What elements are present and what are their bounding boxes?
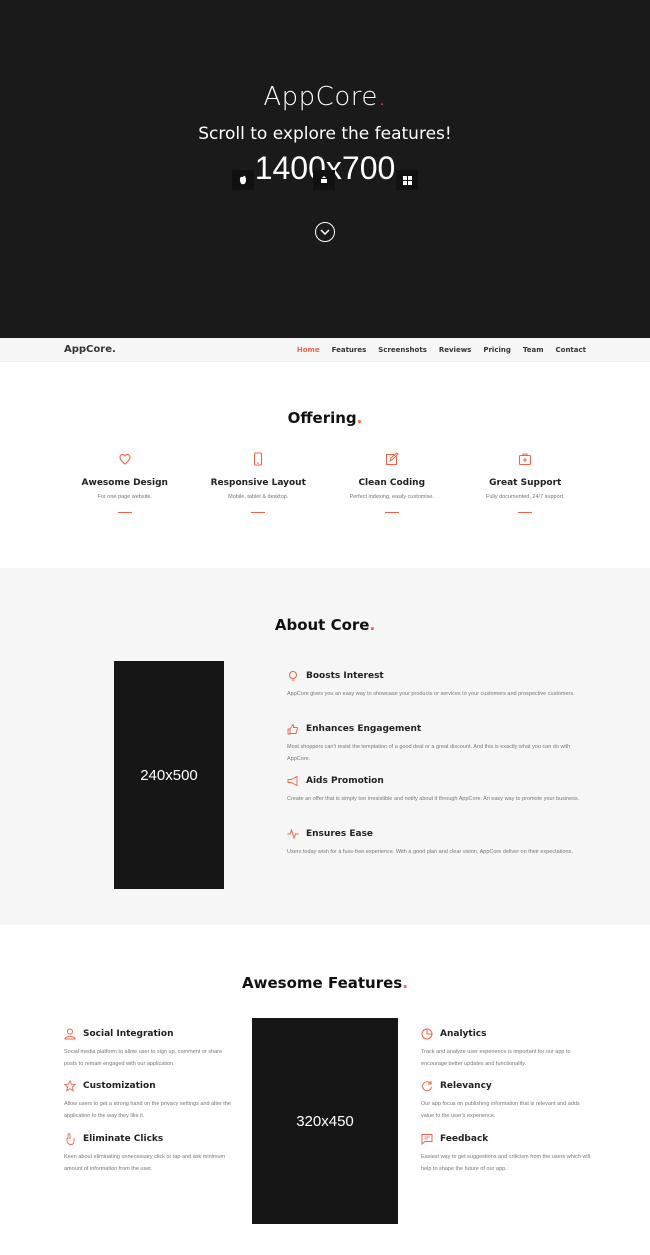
pulse-icon: [287, 828, 299, 840]
edit-icon: [385, 452, 399, 466]
offer-divider: [518, 512, 533, 513]
nav-link-features[interactable]: Features: [332, 346, 367, 354]
about-item-title: Ensures Ease: [306, 829, 374, 839]
heart-icon: [119, 453, 131, 465]
feature-item: Customization Allow users to get a stron…: [64, 1080, 234, 1122]
feature-item-text: Keen about eliminating unnecessary click…: [64, 1154, 226, 1172]
offering-title: Offering.: [287, 409, 363, 427]
offer-title: Great Support: [489, 478, 562, 488]
about-item-text: Most shoppers can't resist the temptatio…: [287, 744, 571, 762]
feature-item-title: Social Integration: [83, 1029, 174, 1039]
nav-links: Home Features Screenshots Reviews Pricin…: [297, 346, 586, 354]
pointer-icon: [66, 1133, 75, 1145]
offer-title: Clean Coding: [358, 478, 426, 488]
nav-link-contact[interactable]: Contact: [556, 346, 587, 354]
offer-divider: [251, 512, 266, 513]
feature-item-text: Easiest way to get suggestions and criti…: [421, 1154, 591, 1172]
offer-title: Responsive Layout: [210, 478, 306, 488]
hero-subtitle: Scroll to explore the features!: [198, 124, 452, 144]
hero-brand: AppCore.: [263, 82, 387, 112]
offer-desc: Perfect indexing, easily customise.: [349, 494, 434, 500]
feature-item-text: Our app focus on publishing information …: [421, 1101, 580, 1119]
feature-item-text: Allow users to get a strong hand on the …: [64, 1101, 231, 1119]
android-store-icon[interactable]: [313, 170, 335, 190]
offer-desc: Mobile, tablet & desktop.: [228, 494, 289, 500]
about-item-text: AppCore gives you an easy way to showcas…: [287, 691, 575, 697]
about-item-text: Users today wish for a fuss-free experie…: [287, 849, 573, 855]
scroll-down-button[interactable]: [315, 222, 335, 242]
nav-link-screenshots[interactable]: Screenshots: [378, 346, 427, 354]
offering-grid: Awesome Design For one page website. Res…: [58, 452, 592, 513]
nav-logo[interactable]: AppCore.: [64, 344, 116, 355]
about-item: Enhances Engagement Most shoppers can't …: [287, 723, 587, 765]
support-icon: [519, 453, 532, 466]
offer-desc: Fully documented, 24/7 support.: [485, 494, 565, 500]
feature-item-text: Social media platform to allow user to s…: [64, 1049, 223, 1067]
windows-store-icon[interactable]: [396, 170, 418, 190]
offer-divider: [384, 512, 399, 513]
about-item: Aids Promotion Create an offer that is s…: [287, 775, 587, 805]
about-item-title: Boosts Interest: [306, 671, 384, 681]
feature-item-title: Analytics: [440, 1029, 487, 1039]
star-icon: [64, 1080, 76, 1092]
about-item: Ensures Ease Users today wish for a fuss…: [287, 828, 587, 858]
feature-item: Relevancy Our app focus on publishing in…: [421, 1080, 591, 1122]
apple-store-icon[interactable]: [232, 170, 254, 190]
feature-item-title: Relevancy: [440, 1081, 492, 1091]
pie-chart-icon: [421, 1028, 433, 1040]
about-item: Boosts Interest AppCore gives you an eas…: [287, 670, 587, 700]
about-title: About Core.: [274, 616, 376, 634]
about-item-title: Aids Promotion: [306, 776, 384, 786]
refresh-icon: [422, 1081, 432, 1092]
features-title: Awesome Features.: [242, 974, 408, 992]
chat-icon: [421, 1134, 433, 1145]
feature-item-title: Feedback: [440, 1134, 489, 1144]
thumbs-up-icon: [287, 724, 299, 735]
offer-item: Awesome Design For one page website.: [58, 452, 192, 513]
user-icon: [64, 1028, 76, 1040]
offer-item: Responsive Layout Mobile, tablet & deskt…: [192, 452, 326, 513]
offer-title: Awesome Design: [81, 478, 168, 488]
about-item-title: Enhances Engagement: [306, 724, 422, 734]
feature-item: Feedback Easiest way to get suggestions …: [421, 1133, 591, 1175]
nav-link-reviews[interactable]: Reviews: [439, 346, 471, 354]
main-nav: AppCore. Home Features Screenshots Revie…: [0, 338, 650, 362]
feature-item-title: Customization: [83, 1081, 156, 1091]
feature-item-text: Track and analyze user experience is imp…: [421, 1049, 571, 1067]
hero-section: AppCore. Scroll to explore the features!…: [0, 0, 650, 338]
feature-item: Analytics Track and analyze user experie…: [421, 1028, 591, 1070]
bulb-icon: [289, 671, 297, 681]
chevron-down-icon: [320, 229, 330, 235]
offer-item: Great Support Fully documented, 24/7 sup…: [459, 452, 593, 513]
nav-link-team[interactable]: Team: [523, 346, 544, 354]
megaphone-icon: [287, 775, 298, 787]
offer-item: Clean Coding Perfect indexing, easily cu…: [325, 452, 459, 513]
offer-divider: [117, 512, 132, 513]
offer-desc: For one page website.: [97, 494, 152, 500]
nav-link-home[interactable]: Home: [297, 346, 320, 354]
mobile-icon: [254, 452, 263, 466]
feature-item: Eliminate Clicks Keen about eliminating …: [64, 1133, 234, 1175]
about-item-text: Create an offer that is simply too irres…: [287, 796, 580, 802]
features-image-placeholder: 320x450: [252, 1018, 398, 1224]
nav-link-pricing[interactable]: Pricing: [483, 346, 511, 354]
about-image-placeholder: 240x500: [114, 661, 224, 889]
feature-item: Social Integration Social media platform…: [64, 1028, 234, 1070]
feature-item-title: Eliminate Clicks: [83, 1134, 164, 1144]
